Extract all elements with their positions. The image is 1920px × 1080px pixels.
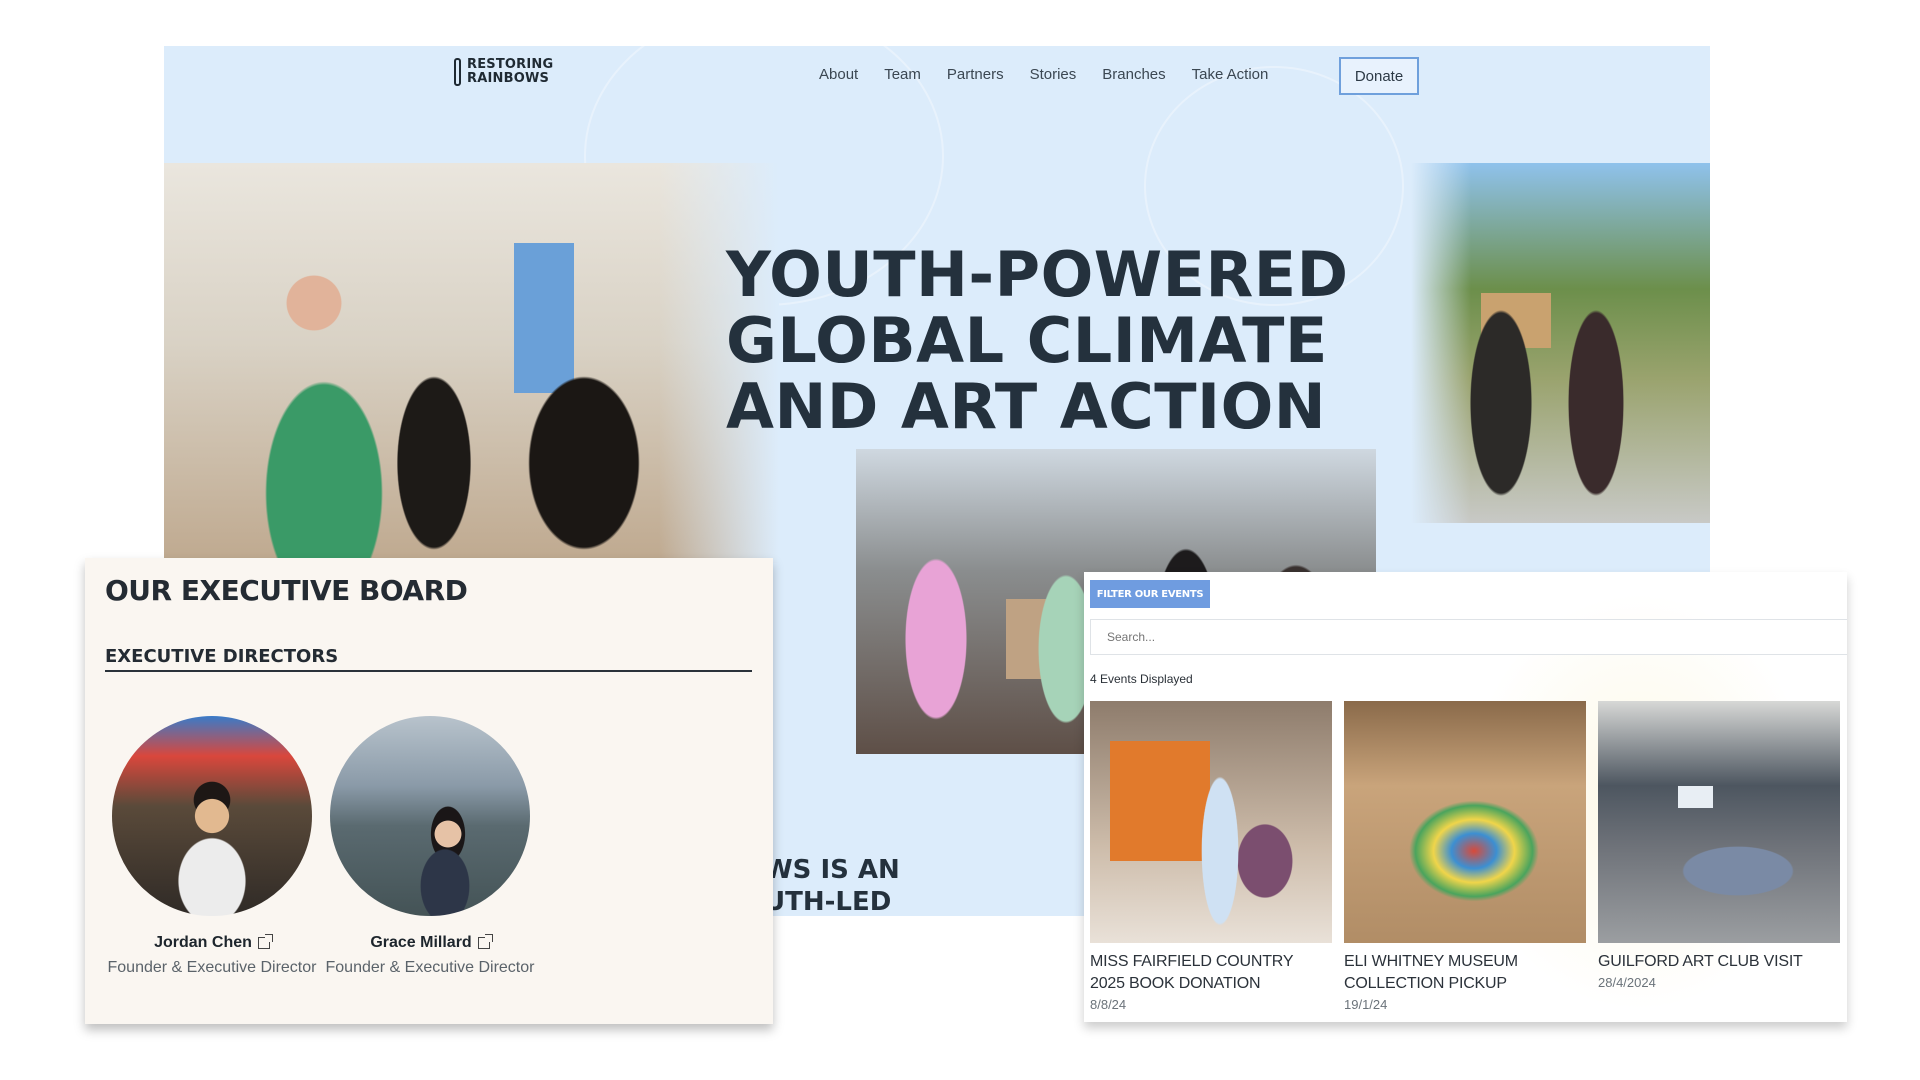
hero-heading-line: GLOBAL CLIMATE [726,304,1328,377]
executive-board-card: OUR EXECUTIVE BOARD EXECUTIVE DIRECTORS … [85,558,773,1024]
divider [105,670,752,672]
filter-events-button[interactable]: FILTER OUR EVENTS [1090,580,1210,608]
logo-line-1: RESTORING [467,57,554,72]
event-title[interactable]: ELI WHITNEY MUSEUM COLLECTION PICKUP [1344,951,1586,995]
nav-link-about[interactable]: About [819,66,858,83]
board-member-name-link[interactable]: Grace Millard [320,934,540,952]
board-member-name-link[interactable]: Jordan Chen [102,934,322,952]
event-title[interactable]: MISS FAIRFIELD COUNTRY 2025 BOOK DONATIO… [1090,951,1332,995]
board-member-role: Founder & Executive Director [107,959,317,976]
nav-link-partners[interactable]: Partners [947,66,1004,83]
logo-text: RESTORING RAINBOWS [467,58,553,86]
avatar [112,716,312,916]
site-logo[interactable]: RESTORING RAINBOWS [454,58,553,86]
event-date: 19/1/24 [1344,997,1388,1012]
board-member-name: Jordan Chen [154,934,252,951]
external-link-icon[interactable] [257,934,273,949]
event-date: 8/8/24 [1090,997,1127,1012]
nav-links: About Team Partners Stories Branches Tak… [819,66,1294,83]
board-subtitle: EXECUTIVE DIRECTORS [105,646,339,667]
event-card[interactable]: MISS FAIRFIELD COUNTRY 2025 BOOK DONATIO… [1090,701,1332,1012]
avatar [330,716,530,916]
about-section-teaser: WS IS AN UTH-LED [764,854,1064,916]
board-member-card: Jordan Chen Founder & Executive Director [102,716,322,979]
board-member-name: Grace Millard [370,934,472,951]
events-panel: FILTER OUR EVENTS 4 Events Displayed MIS… [1084,572,1847,1022]
about-teaser-line: WS IS AN [764,855,900,885]
board-member-card: Grace Millard Founder & Executive Direct… [320,716,540,979]
hero-photo-donation-outdoors [1411,163,1710,523]
external-link-icon[interactable] [477,934,493,949]
hero-heading: YOUTH-POWERED GLOBAL CLIMATE AND ART ACT… [726,242,1366,440]
event-search-input[interactable] [1090,619,1847,655]
nav-link-team[interactable]: Team [884,66,921,83]
board-title: OUR EXECUTIVE BOARD [105,574,468,607]
event-image[interactable] [1598,701,1840,943]
donate-button[interactable]: Donate [1339,57,1419,95]
nav-link-stories[interactable]: Stories [1030,66,1077,83]
logo-line-2: RAINBOWS [467,71,550,86]
event-date: 28/4/2024 [1598,975,1656,990]
event-image[interactable] [1090,701,1332,943]
logo-mark-icon [454,58,461,86]
board-member-role: Founder & Executive Director [325,959,535,976]
events-count: 4 Events Displayed [1090,672,1193,686]
hero-heading-line: AND ART ACTION [726,370,1327,443]
nav-link-take-action[interactable]: Take Action [1192,66,1269,83]
nav-link-branches[interactable]: Branches [1102,66,1165,83]
about-teaser-line: UTH-LED [764,887,892,916]
top-navigation: RESTORING RAINBOWS About Team Partners S… [164,46,1710,116]
event-title[interactable]: GUILFORD ART CLUB VISIT [1598,951,1840,973]
hero-photo-science-fair [164,163,779,563]
event-image[interactable] [1344,701,1586,943]
event-card[interactable]: ELI WHITNEY MUSEUM COLLECTION PICKUP 19/… [1344,701,1586,1012]
event-card[interactable]: GUILFORD ART CLUB VISIT 28/4/2024 [1598,701,1840,990]
hero-heading-line: YOUTH-POWERED [726,238,1349,311]
